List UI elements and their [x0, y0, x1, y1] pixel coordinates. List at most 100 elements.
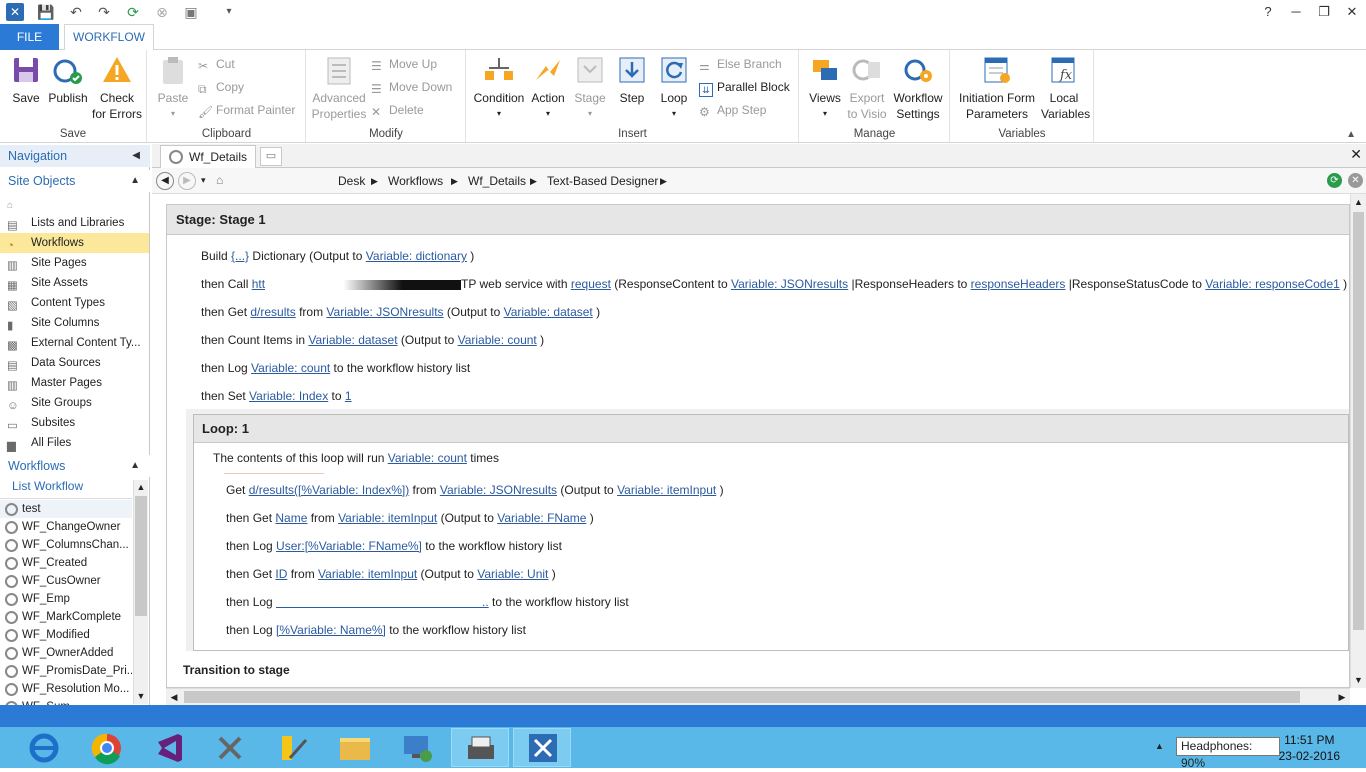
- list-item[interactable]: WF_MarkComplete: [0, 608, 132, 626]
- variable-index-link[interactable]: Variable: Index: [249, 389, 328, 403]
- tray-expand-icon[interactable]: ▲: [1155, 741, 1164, 751]
- sidebar-item-5[interactable]: ▮Site Columns: [0, 313, 149, 333]
- paste-dropdown-icon[interactable]: ▾: [154, 106, 192, 122]
- list-item[interactable]: WF_CusOwner: [0, 572, 132, 590]
- list-item[interactable]: test: [0, 500, 132, 518]
- stage-dropdown-icon[interactable]: ▾: [571, 106, 609, 122]
- chrome-icon[interactable]: [78, 728, 136, 767]
- request-link[interactable]: request: [571, 277, 611, 291]
- collapse-ribbon-icon[interactable]: ▲: [1346, 129, 1356, 140]
- variable-iteminput-link[interactable]: Variable: itemInput: [338, 511, 437, 525]
- sidebar-item-8[interactable]: ▥Master Pages: [0, 373, 149, 393]
- step-button[interactable]: Step: [613, 54, 651, 106]
- workflow-settings-button[interactable]: Workflow Settings: [890, 54, 946, 122]
- action-dropdown-icon[interactable]: ▾: [527, 106, 569, 122]
- list-item[interactable]: WF_PromisDate_Pri...: [0, 662, 132, 680]
- scroll-thumb[interactable]: [135, 496, 147, 616]
- sidebar-item-3[interactable]: ▦Site Assets: [0, 273, 149, 293]
- back-icon[interactable]: ◀: [156, 172, 174, 190]
- designer-vertical-scrollbar[interactable]: ▲ ▼: [1350, 194, 1366, 688]
- preview-icon[interactable]: ▣: [182, 3, 200, 21]
- variable-count-link[interactable]: Variable: count: [458, 333, 537, 347]
- list-item[interactable]: WF_Created: [0, 554, 132, 572]
- collapse-nav-icon[interactable]: ◀: [132, 145, 140, 167]
- app-icon[interactable]: ✕: [6, 3, 24, 21]
- advanced-properties-button[interactable]: Advanced Properties: [311, 54, 367, 122]
- refresh-page-icon[interactable]: ⟳: [1327, 173, 1342, 188]
- workflows-header[interactable]: Workflows▲: [0, 455, 150, 477]
- new-tab-icon[interactable]: ▭: [260, 147, 282, 166]
- value-link[interactable]: 1: [345, 389, 352, 403]
- designer-horizontal-scrollbar[interactable]: ◀ ▶: [166, 688, 1350, 705]
- views-dropdown-icon[interactable]: ▾: [804, 106, 846, 122]
- name-link[interactable]: Name: [275, 511, 307, 525]
- results-index-link[interactable]: d/results([%Variable: Index%]): [249, 483, 410, 497]
- sidebar-item-0[interactable]: ▤Lists and Libraries: [0, 213, 149, 233]
- breadcrumb-workflows[interactable]: Workflows: [388, 168, 443, 194]
- undo-icon[interactable]: ↶: [67, 3, 85, 21]
- collapse-site-objects-icon[interactable]: ▲: [130, 170, 140, 192]
- save-button[interactable]: Save: [6, 54, 46, 106]
- file-explorer-icon[interactable]: [326, 728, 384, 767]
- scroll-right-icon[interactable]: ▶: [1334, 689, 1350, 705]
- transition-label[interactable]: Transition to stage: [183, 661, 290, 679]
- breadcrumb-wf-details[interactable]: Wf_Details: [468, 168, 526, 194]
- copy-button[interactable]: ⧉Copy: [198, 77, 244, 97]
- action-button[interactable]: Action ▾: [527, 54, 569, 122]
- views-button[interactable]: Views ▾: [804, 54, 846, 122]
- loop-button[interactable]: Loop ▾: [655, 54, 693, 122]
- redacted-link-end[interactable]: ..: [482, 595, 489, 609]
- list-item[interactable]: WF_OwnerAdded: [0, 644, 132, 662]
- sidebar-item-11[interactable]: ▆All Files: [0, 433, 149, 453]
- stage-header[interactable]: Stage: Stage 1: [167, 205, 1350, 235]
- tab-file[interactable]: FILE: [0, 24, 59, 50]
- remote-desktop-icon[interactable]: [388, 728, 446, 767]
- list-workflow-header[interactable]: List Workflow: [12, 479, 83, 493]
- variable-jsonresults-link[interactable]: Variable: JSONresults: [326, 305, 443, 319]
- scroll-up-icon[interactable]: ▲: [1351, 194, 1366, 210]
- response-headers-link[interactable]: responseHeaders: [971, 277, 1066, 291]
- sharepoint-designer-icon[interactable]: [513, 728, 571, 767]
- restore-button[interactable]: ❐: [1310, 0, 1338, 24]
- variable-fname-link[interactable]: Variable: FName: [497, 511, 586, 525]
- move-up-button[interactable]: ☰Move Up: [371, 54, 437, 74]
- sidebar-item-6[interactable]: ▩External Content Ty...: [0, 333, 149, 353]
- scroll-up-icon[interactable]: ▲: [134, 480, 148, 495]
- sidebar-item-7[interactable]: ▤Data Sources: [0, 353, 149, 373]
- delete-button[interactable]: ✕Delete: [371, 100, 424, 120]
- parallel-block-button[interactable]: ⇊Parallel Block: [699, 77, 790, 97]
- setup-tools-icon[interactable]: [264, 728, 322, 767]
- scroll-left-icon[interactable]: ◀: [166, 689, 182, 705]
- breadcrumb-designer[interactable]: Text-Based Designer: [547, 168, 658, 194]
- paste-button[interactable]: Paste ▾: [154, 54, 192, 122]
- else-branch-button[interactable]: ⚌Else Branch: [699, 54, 782, 74]
- condition-button[interactable]: Condition ▾: [471, 54, 527, 122]
- local-variables-button[interactable]: fx Local Variables: [1041, 54, 1087, 122]
- history-dropdown-icon[interactable]: ▾: [201, 175, 206, 186]
- variable-responsecode-link[interactable]: Variable: responseCode1: [1205, 277, 1340, 291]
- site-home-icon[interactable]: ⌂: [216, 173, 230, 187]
- list-item[interactable]: WF_Emp: [0, 590, 132, 608]
- site-home-item[interactable]: ⌂: [0, 193, 149, 213]
- variable-iteminput-link[interactable]: Variable: itemInput: [617, 483, 716, 497]
- scroll-down-icon[interactable]: ▼: [1351, 672, 1366, 688]
- refresh-icon[interactable]: ⟳: [124, 3, 142, 21]
- nav-scrollbar[interactable]: ▲ ▼: [133, 480, 148, 704]
- list-item[interactable]: WF_Modified: [0, 626, 132, 644]
- variable-count-link[interactable]: Variable: count: [388, 451, 467, 465]
- variable-jsonresults-link[interactable]: Variable: JSONresults: [440, 483, 557, 497]
- condition-dropdown-icon[interactable]: ▾: [471, 106, 527, 122]
- loop-dropdown-icon[interactable]: ▾: [655, 106, 693, 122]
- move-down-button[interactable]: ☰Move Down: [371, 77, 452, 97]
- scroll-down-icon[interactable]: ▼: [134, 689, 148, 704]
- close-button[interactable]: ✕: [1338, 0, 1366, 24]
- sidebar-item-9[interactable]: ☺Site Groups: [0, 393, 149, 413]
- scroll-thumb[interactable]: [1353, 212, 1364, 630]
- site-objects-header[interactable]: Site Objects▲: [0, 170, 150, 192]
- format-painter-button[interactable]: 🖌Format Painter: [198, 100, 295, 120]
- list-item[interactable]: WF_ChangeOwner: [0, 518, 132, 536]
- customize-toolbar-icon[interactable]: ▾: [220, 3, 238, 21]
- stop-icon[interactable]: ⊗: [153, 3, 171, 21]
- visual-studio-icon[interactable]: [140, 728, 198, 767]
- variable-dictionary-link[interactable]: Variable: dictionary: [366, 249, 467, 263]
